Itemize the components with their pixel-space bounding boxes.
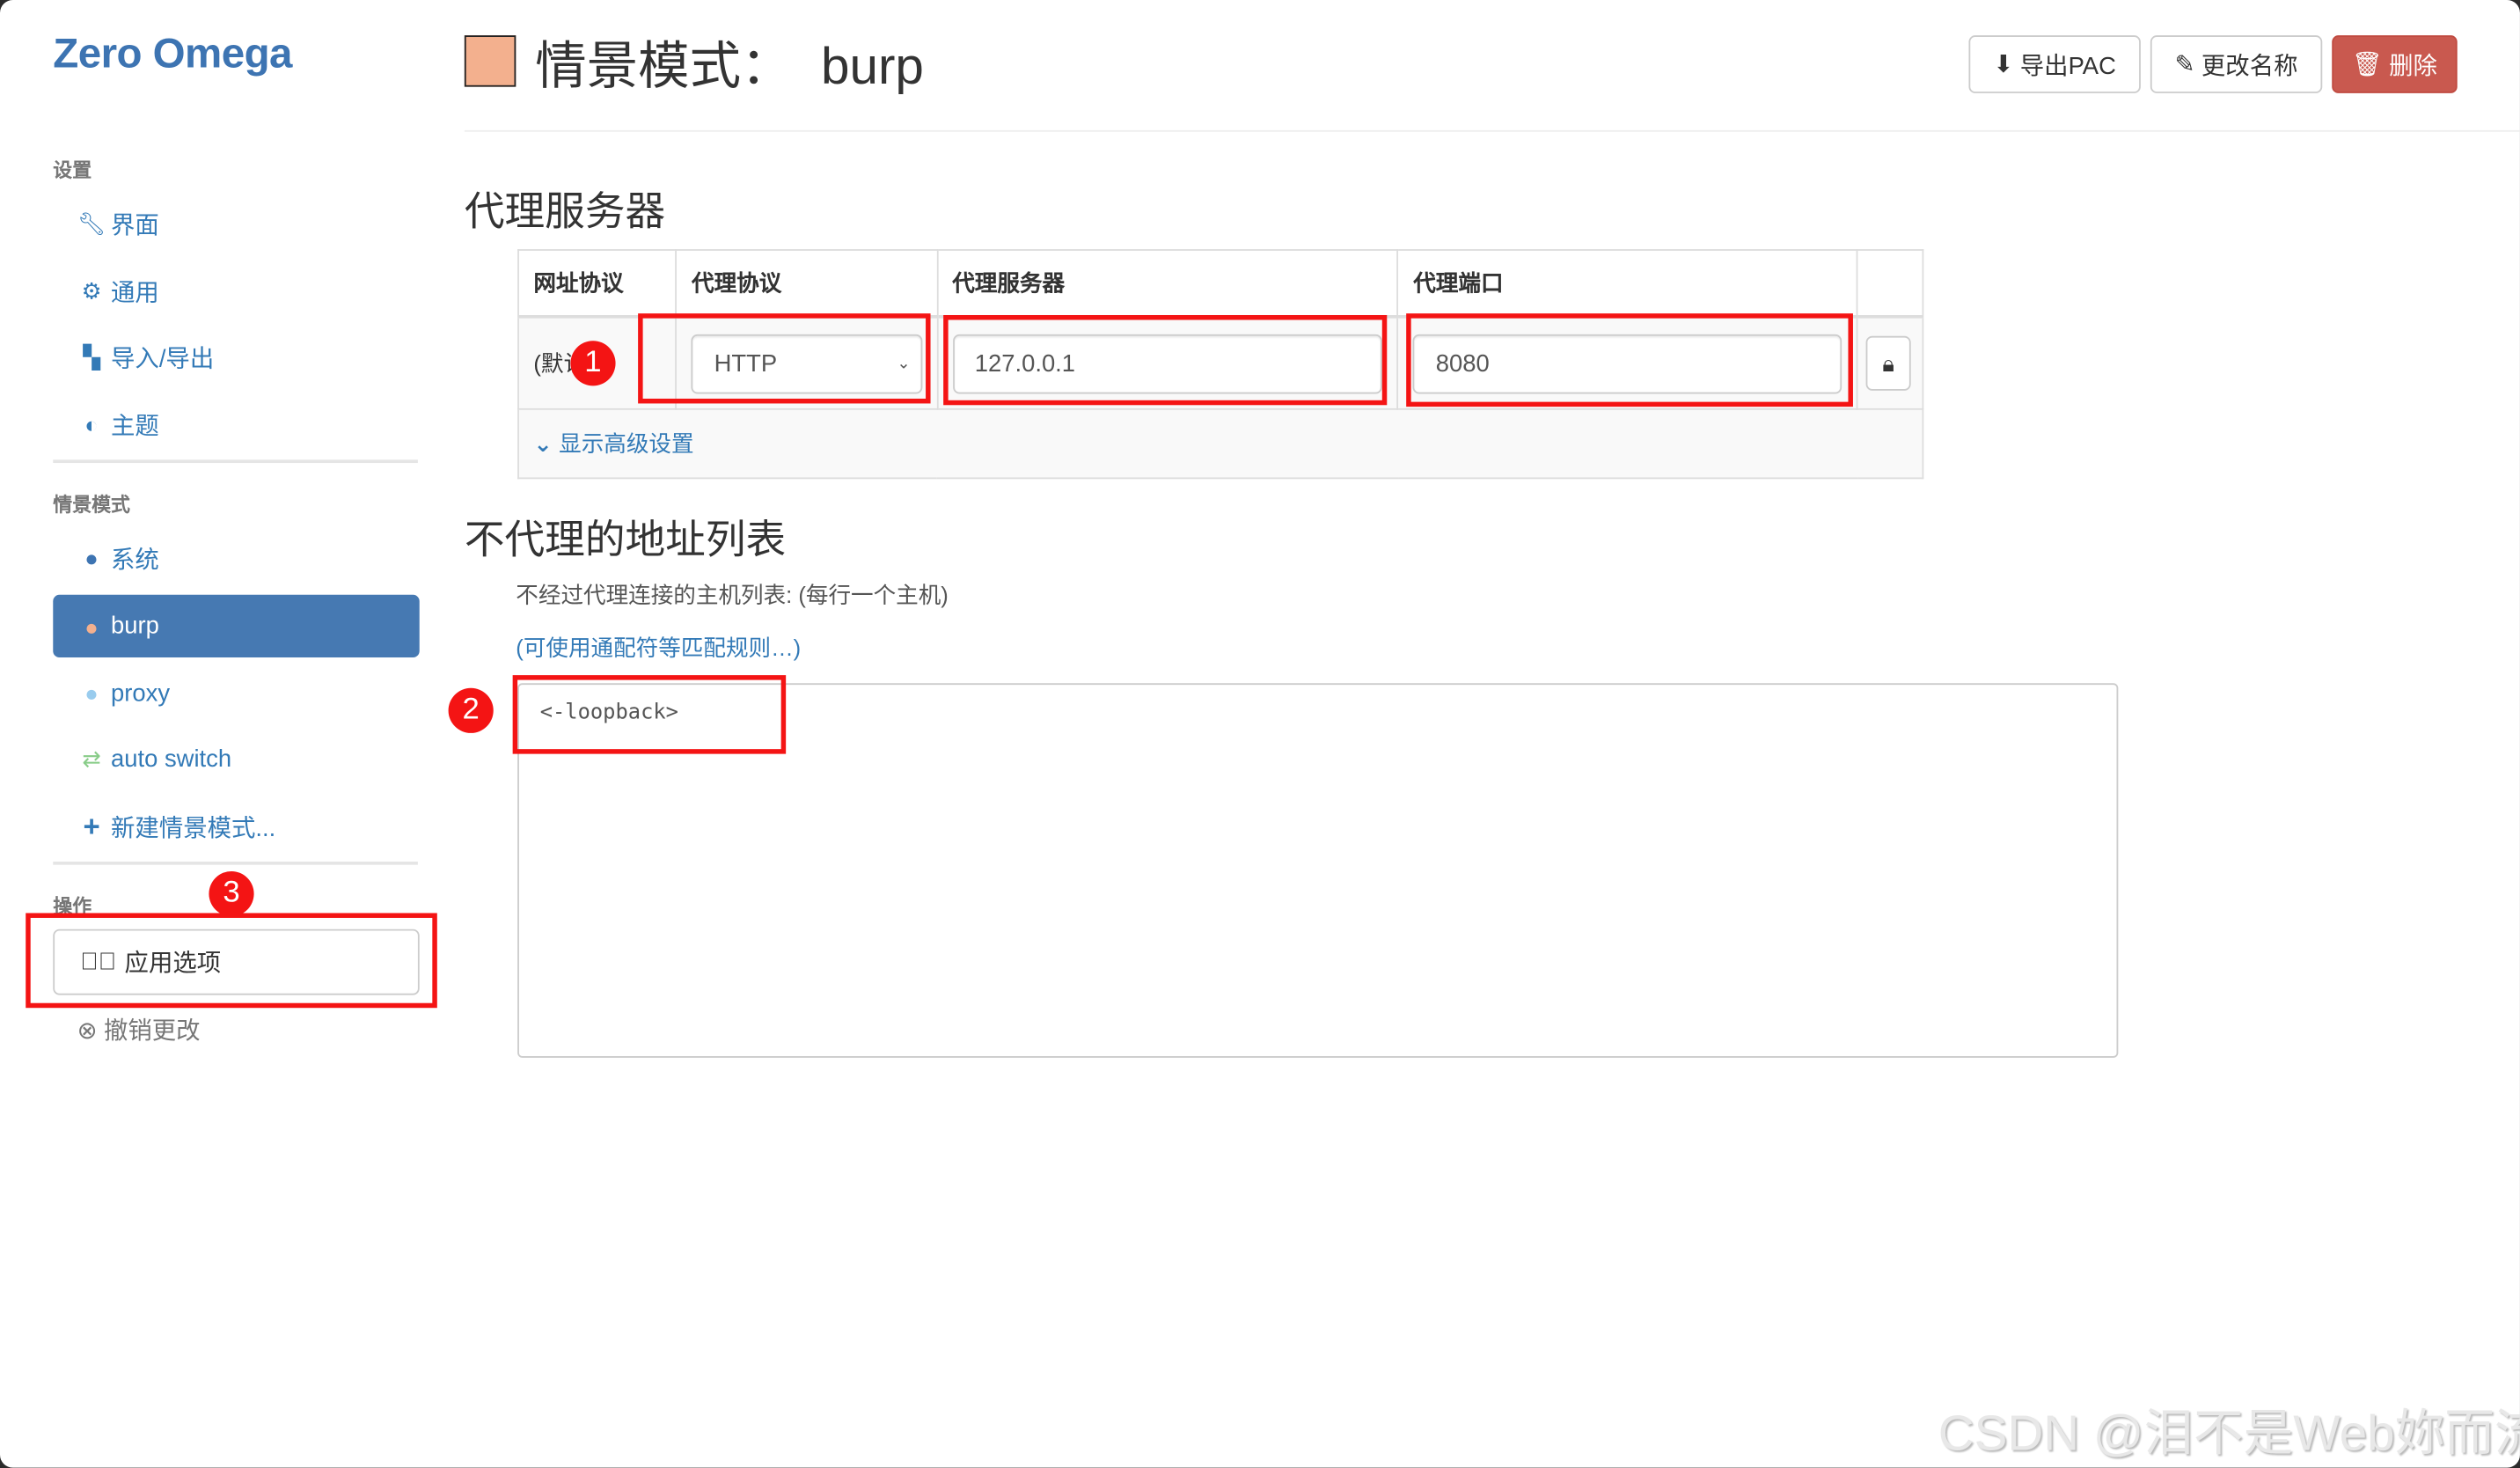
bypass-description: 不经过代理连接的主机列表: (每行一个主机): [516, 582, 949, 608]
column-header: 代理端口: [1396, 249, 1858, 319]
contrast-icon: ◐: [84, 411, 99, 437]
annotation-badge: 1: [570, 341, 616, 386]
annotation-box: [512, 675, 787, 754]
annotation-box: [638, 313, 931, 404]
download-icon: ⬇: [1993, 51, 2014, 79]
divider: [53, 862, 418, 865]
wrench-icon: 🔧︎: [77, 209, 106, 236]
profiles-section-header: 情景模式: [53, 493, 130, 517]
plus-icon: +: [83, 809, 100, 842]
profile-color-swatch[interactable]: [464, 35, 516, 87]
annotation-badge: 2: [448, 687, 494, 733]
x-circle-icon: ⊗: [77, 1017, 98, 1046]
show-advanced-link[interactable]: ⌄ 显示高级设置: [533, 431, 693, 457]
revert-changes-button[interactable]: ⊗ 撤销更改: [77, 1013, 201, 1046]
rename-button[interactable]: ✎ 更改名称: [2150, 35, 2323, 93]
export-pac-button[interactable]: ⬇ 导出PAC: [1968, 35, 2141, 93]
watermark: CSDN @泪不是Web妳而流: [1938, 1405, 2520, 1462]
globe-icon: ●: [84, 545, 99, 571]
header-divider: [464, 129, 2520, 132]
proxy-servers-heading: 代理服务器: [464, 189, 666, 235]
lock-icon: 🔒︎: [1882, 349, 1894, 376]
sidebar-item-new-profile[interactable]: + 新建情景模式...: [53, 796, 419, 856]
auth-lock-button[interactable]: 🔒︎: [1865, 335, 1911, 391]
sidebar-item-general[interactable]: ⚙ 通用: [53, 261, 419, 321]
globe-icon: ●: [84, 679, 99, 706]
column-header: 网址协议: [517, 249, 678, 319]
annotation-box: [1406, 313, 1853, 407]
globe-icon: ●: [84, 613, 99, 640]
floppy-icon: ▚: [83, 342, 100, 370]
settings-section-header: 设置: [53, 158, 92, 182]
sidebar-item-interface[interactable]: 🔧︎ 界面: [53, 193, 419, 253]
divider: [53, 459, 418, 464]
trash-icon: 🗑︎: [2352, 51, 2383, 79]
gear-icon: ⚙: [81, 277, 102, 304]
sidebar-item-burp[interactable]: ● burp: [53, 594, 420, 658]
sidebar-item-import-export[interactable]: ▚ 导入/导出: [53, 327, 419, 387]
chevron-down-icon: ⌄: [533, 430, 553, 457]
bypass-list-heading: 不代理的地址列表: [464, 517, 787, 563]
column-header: 代理协议: [675, 249, 938, 319]
wildcard-help-link[interactable]: (可使用通配符等匹配规则…): [516, 632, 801, 664]
annotation-box: [26, 913, 437, 1009]
edit-icon: ✎: [2174, 51, 2195, 79]
column-header: 代理服务器: [935, 249, 1399, 319]
sidebar-item-proxy[interactable]: ● proxy: [53, 663, 419, 723]
retweet-icon: ⇄: [82, 745, 101, 771]
app-logo: Zero Omega: [53, 28, 292, 77]
annotation-badge: 3: [209, 870, 254, 917]
annotation-box: [943, 314, 1388, 406]
zero-omega-options-page: Zero Omega 设置 🔧︎ 界面 ⚙ 通用 ▚ 导入/导出 ◐ 主题 情景模式 ●…: [0, 0, 2520, 1468]
sidebar-item-theme[interactable]: ◐ 主题: [53, 393, 419, 454]
sidebar-item-auto-switch[interactable]: ⇄ auto switch: [53, 728, 419, 789]
delete-button[interactable]: 🗑︎ 删除: [2332, 35, 2458, 93]
page-title: 情景模式： burp: [535, 37, 924, 95]
sidebar-item-system[interactable]: ● 系统: [53, 527, 419, 588]
